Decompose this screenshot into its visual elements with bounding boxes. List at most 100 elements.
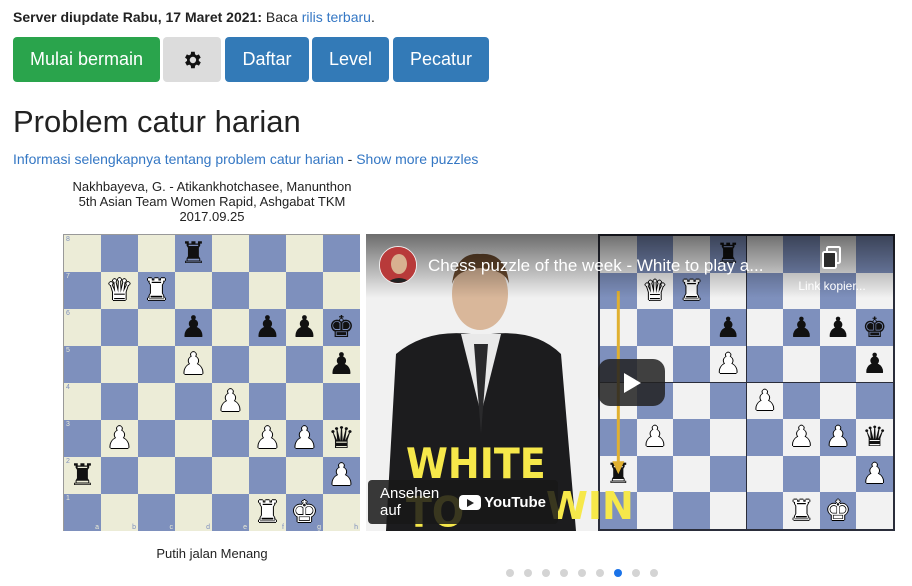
square-b1[interactable]: b [101, 494, 138, 531]
square-d1[interactable]: d [175, 494, 212, 531]
square-a6[interactable]: 6 [64, 309, 101, 346]
square-f4[interactable] [249, 383, 286, 420]
square-b5[interactable] [101, 346, 138, 383]
square-e5[interactable] [212, 346, 249, 383]
square-c4[interactable] [138, 383, 175, 420]
black-piece-a2[interactable]: ♜ [64, 457, 101, 494]
white-piece-d5[interactable]: ♟ [175, 346, 212, 383]
chess-board[interactable]: 8 7 6 5 4 3 2 1 a b c d e f g h ♜ ♛ ♜ ♟ ♟ ♟ ♚ ♟ ♟ ♟ ♟ ♟ ♟ ♛ ♜ ♟ ♜ ♚ [63, 234, 360, 531]
video-title[interactable]: Chess puzzle of the week - White to play… [428, 256, 773, 276]
white-piece-h2[interactable]: ♟ [323, 457, 360, 494]
square-b8[interactable] [101, 235, 138, 272]
square-d4[interactable] [175, 383, 212, 420]
black-piece-h5[interactable]: ♟ [323, 346, 360, 383]
square-e2[interactable] [212, 457, 249, 494]
channel-avatar[interactable] [379, 246, 417, 284]
square-h4[interactable] [323, 383, 360, 420]
banner-win: WIN [546, 484, 634, 528]
square-e3[interactable] [212, 420, 249, 457]
square-a8[interactable]: 8 [64, 235, 101, 272]
white-piece-g1[interactable]: ♚ [286, 494, 323, 531]
white-piece-g3[interactable]: ♟ [286, 420, 323, 457]
square-b4[interactable] [101, 383, 138, 420]
square-a1[interactable]: 1a [64, 494, 101, 531]
start-playing-button[interactable]: Mulai bermain [13, 37, 160, 82]
square-h8[interactable] [323, 235, 360, 272]
rank-label: 4 [66, 384, 70, 391]
rank-label: 5 [66, 347, 70, 354]
info-links: Informasi selengkapnya tentang problem c… [13, 151, 478, 167]
square-e1[interactable]: e [212, 494, 249, 531]
carousel-dot[interactable] [596, 569, 604, 577]
square-g4[interactable] [286, 383, 323, 420]
square-e6[interactable] [212, 309, 249, 346]
square-f2[interactable] [249, 457, 286, 494]
level-button[interactable]: Level [312, 37, 389, 82]
puzzle-players: Nakhbayeva, G. - Atikankhotchasee, Manun… [72, 179, 352, 194]
square-d7[interactable] [175, 272, 212, 309]
square-g8[interactable] [286, 235, 323, 272]
white-piece-f1[interactable]: ♜ [249, 494, 286, 531]
square-c5[interactable] [138, 346, 175, 383]
carousel-dot[interactable] [650, 569, 658, 577]
square-f8[interactable] [249, 235, 286, 272]
square-c8[interactable] [138, 235, 175, 272]
carousel-dot[interactable] [506, 569, 514, 577]
square-h7[interactable] [323, 272, 360, 309]
black-piece-f6[interactable]: ♟ [249, 309, 286, 346]
square-g7[interactable] [286, 272, 323, 309]
white-piece-e4[interactable]: ♟ [212, 383, 249, 420]
square-c6[interactable] [138, 309, 175, 346]
release-notes-link[interactable]: rilis terbaru [302, 9, 371, 25]
square-g5[interactable] [286, 346, 323, 383]
black-piece-h6[interactable]: ♚ [323, 309, 360, 346]
carousel-dot[interactable] [632, 569, 640, 577]
square-f7[interactable] [249, 272, 286, 309]
white-piece-c7[interactable]: ♜ [138, 272, 175, 309]
square-h1[interactable]: h [323, 494, 360, 531]
square-c2[interactable] [138, 457, 175, 494]
youtube-logo: YouTube [459, 494, 546, 511]
square-b2[interactable] [101, 457, 138, 494]
file-label: d [206, 524, 210, 531]
register-button[interactable]: Daftar [225, 37, 309, 82]
video-embed[interactable]: WHITE TO ♜♛♜♟♟♟♚♟♟♟♟♟♟♛♜♟♜♚ WIN Chess pu… [366, 234, 895, 531]
square-f5[interactable] [249, 346, 286, 383]
more-puzzles-link[interactable]: Show more puzzles [356, 151, 478, 167]
black-piece-g6[interactable]: ♟ [286, 309, 323, 346]
puzzle-info-link[interactable]: Informasi selengkapnya tentang problem c… [13, 151, 344, 167]
white-piece-f3[interactable]: ♟ [249, 420, 286, 457]
carousel-dot[interactable] [542, 569, 550, 577]
carousel-dot[interactable] [578, 569, 586, 577]
square-g2[interactable] [286, 457, 323, 494]
square-a4[interactable]: 4 [64, 383, 101, 420]
square-c3[interactable] [138, 420, 175, 457]
square-e8[interactable] [212, 235, 249, 272]
settings-button[interactable] [163, 37, 221, 82]
carousel-dot[interactable] [524, 569, 532, 577]
youtube-play-icon [459, 494, 482, 510]
square-e7[interactable] [212, 272, 249, 309]
watch-on-youtube-button[interactable]: Ansehen auf YouTube [368, 480, 558, 524]
square-d3[interactable] [175, 420, 212, 457]
carousel-dot[interactable] [614, 569, 622, 577]
watch-on-label: Ansehen auf [380, 485, 440, 519]
black-piece-d6[interactable]: ♟ [175, 309, 212, 346]
white-piece-b3[interactable]: ♟ [101, 420, 138, 457]
rank-label: 7 [66, 273, 70, 280]
copy-icon [822, 246, 841, 269]
square-c1[interactable]: c [138, 494, 175, 531]
square-b6[interactable] [101, 309, 138, 346]
square-d2[interactable] [175, 457, 212, 494]
carousel-dot[interactable] [560, 569, 568, 577]
black-piece-h3[interactable]: ♛ [323, 420, 360, 457]
play-button[interactable] [598, 359, 665, 406]
square-a5[interactable]: 5 [64, 346, 101, 383]
players-button[interactable]: Pecatur [393, 37, 489, 82]
page-title: Problem catur harian [13, 104, 301, 139]
black-piece-d8[interactable]: ♜ [175, 235, 212, 272]
white-piece-b7[interactable]: ♛ [101, 272, 138, 309]
copy-link-button[interactable]: Link kopier... [792, 246, 872, 293]
square-a3[interactable]: 3 [64, 420, 101, 457]
square-a7[interactable]: 7 [64, 272, 101, 309]
